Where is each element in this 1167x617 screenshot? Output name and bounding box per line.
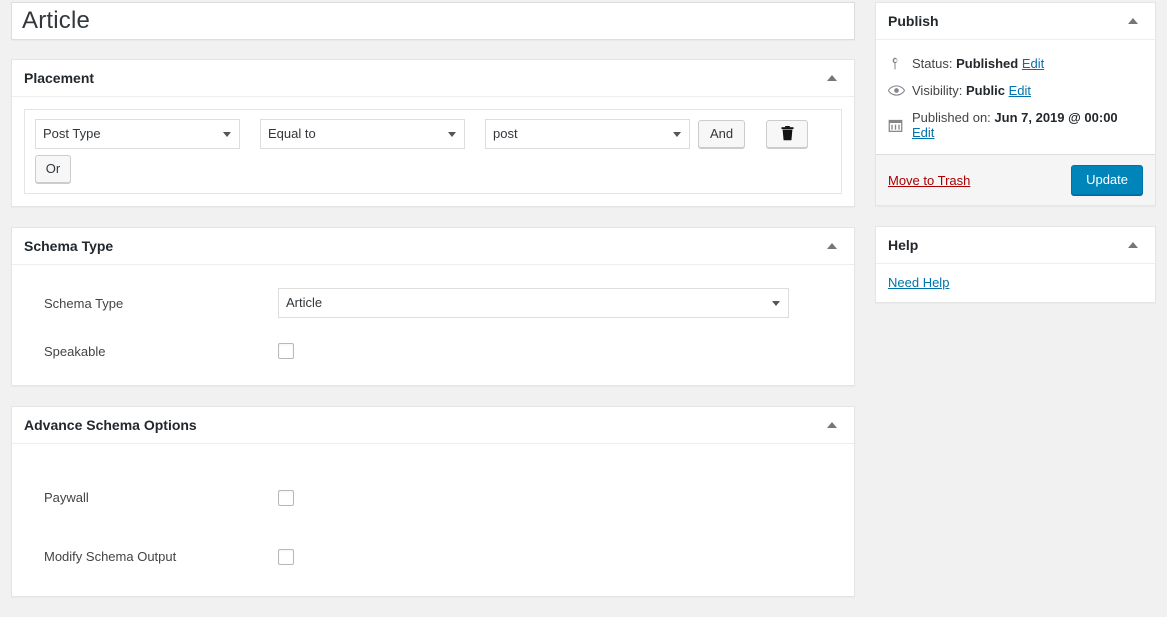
publish-date-text: Published on: Jun 7, 2019 @ 00:00 Edit [912, 110, 1143, 140]
paywall-control [278, 489, 854, 506]
speakable-control [278, 343, 854, 360]
advance-schema-options-panel-title: Advance Schema Options [24, 417, 197, 433]
collapse-triangle-icon[interactable] [1123, 11, 1143, 31]
rule-param-select-wrap: Post Type [35, 119, 240, 149]
collapse-triangle-icon[interactable] [822, 68, 842, 88]
calendar-icon [888, 118, 912, 133]
rule-operator-select[interactable]: Equal to [260, 119, 465, 149]
advance-schema-options-panel: Advance Schema Options Paywall Modify Sc… [11, 406, 855, 597]
placement-panel-header[interactable]: Placement [12, 60, 854, 97]
need-help-link[interactable]: Need Help [888, 275, 949, 290]
trash-icon [781, 126, 794, 141]
modify-schema-output-checkbox[interactable] [278, 548, 294, 565]
publish-panel: Publish Status: Published Edit Visibilit… [875, 2, 1156, 206]
schema-type-panel-body: Schema Type Article Speakable [12, 265, 854, 385]
edit-publish-date-link[interactable]: Edit [912, 125, 934, 140]
add-or-rule-button[interactable]: Or [35, 155, 71, 183]
modify-schema-output-control [278, 548, 854, 565]
publish-visibility-row: Visibility: Public Edit [888, 77, 1143, 104]
field-row-paywall: Paywall [12, 468, 854, 527]
schema-type-panel-header[interactable]: Schema Type [12, 228, 854, 265]
schema-type-label: Schema Type [44, 295, 124, 311]
sidebar-column: Publish Status: Published Edit Visibilit… [875, 2, 1156, 323]
collapse-triangle-icon[interactable] [822, 415, 842, 435]
post-title-field[interactable]: Article [11, 2, 855, 40]
schema-type-control: Article [278, 288, 854, 318]
collapse-triangle-icon[interactable] [1123, 235, 1143, 255]
paywall-label: Paywall [44, 490, 89, 505]
rule-value-select-wrap: post [485, 119, 690, 149]
edit-status-link[interactable]: Edit [1022, 56, 1044, 71]
help-panel: Help Need Help [875, 226, 1156, 303]
post-status-pin-icon [888, 56, 912, 71]
eye-icon [888, 83, 912, 98]
field-row-schema-type: Schema Type Article [12, 279, 854, 327]
move-to-trash-link[interactable]: Move to Trash [888, 173, 970, 188]
publish-panel-body: Status: Published Edit Visibility: Publi… [876, 40, 1155, 154]
schema-type-panel-title: Schema Type [24, 238, 114, 254]
publish-date-value: Jun 7, 2019 @ 00:00 [994, 110, 1118, 125]
placement-panel: Placement Post Type Equal to post And Or [11, 59, 855, 207]
main-column: Article Placement Post Type Equal to pos… [11, 2, 855, 617]
help-panel-header[interactable]: Help [876, 227, 1155, 264]
placement-rule-group: Post Type Equal to post And Or [24, 109, 842, 194]
publish-panel-title: Publish [888, 13, 939, 29]
rule-operator-select-wrap: Equal to [260, 119, 465, 149]
publish-status-text: Status: Published Edit [912, 56, 1044, 71]
delete-rule-wrap [766, 120, 809, 148]
publish-visibility-label: Visibility: [912, 83, 963, 98]
speakable-checkbox[interactable] [278, 343, 294, 360]
post-title-text: Article [22, 6, 91, 34]
schema-type-select[interactable]: Article [278, 288, 789, 318]
rule-param-select[interactable]: Post Type [35, 119, 240, 149]
modify-schema-output-label: Modify Schema Output [44, 549, 177, 564]
placement-rule-row: Post Type Equal to post And [35, 119, 831, 149]
advance-schema-options-panel-header[interactable]: Advance Schema Options [12, 407, 854, 444]
help-panel-body: Need Help [876, 264, 1155, 302]
speakable-label: Speakable [44, 343, 106, 359]
placement-or-row: Or [35, 155, 831, 183]
placement-panel-title: Placement [24, 70, 95, 86]
advance-schema-options-panel-body: Paywall Modify Schema Output [12, 444, 854, 596]
paywall-checkbox[interactable] [278, 489, 294, 506]
add-and-rule-button[interactable]: And [698, 120, 746, 148]
rule-value-select[interactable]: post [485, 119, 690, 149]
publish-status-value: Published [956, 56, 1019, 71]
field-row-modify-schema-output: Modify Schema Output [12, 527, 854, 586]
publish-visibility-value: Public [965, 83, 1005, 98]
schema-type-panel: Schema Type Schema Type Article Speakabl… [11, 227, 855, 386]
publish-status-row: Status: Published Edit [888, 50, 1143, 77]
delete-rule-button[interactable] [766, 120, 809, 148]
schema-type-select-wrap: Article [278, 288, 789, 318]
update-button[interactable]: Update [1071, 165, 1143, 195]
publish-panel-header[interactable]: Publish [876, 3, 1155, 40]
publish-panel-footer: Move to Trash Update [876, 154, 1155, 205]
placement-panel-body: Post Type Equal to post And Or [12, 97, 854, 206]
help-panel-title: Help [888, 237, 919, 253]
admin-page: Article Placement Post Type Equal to pos… [0, 0, 1167, 597]
collapse-triangle-icon[interactable] [822, 236, 842, 256]
publish-status-label: Status: [912, 56, 953, 71]
field-row-speakable: Speakable [12, 327, 854, 375]
publish-date-label: Published on: [912, 110, 991, 125]
publish-visibility-text: Visibility: Public Edit [912, 83, 1031, 98]
publish-date-row: Published on: Jun 7, 2019 @ 00:00 Edit [888, 104, 1143, 146]
edit-visibility-link[interactable]: Edit [1009, 83, 1031, 98]
